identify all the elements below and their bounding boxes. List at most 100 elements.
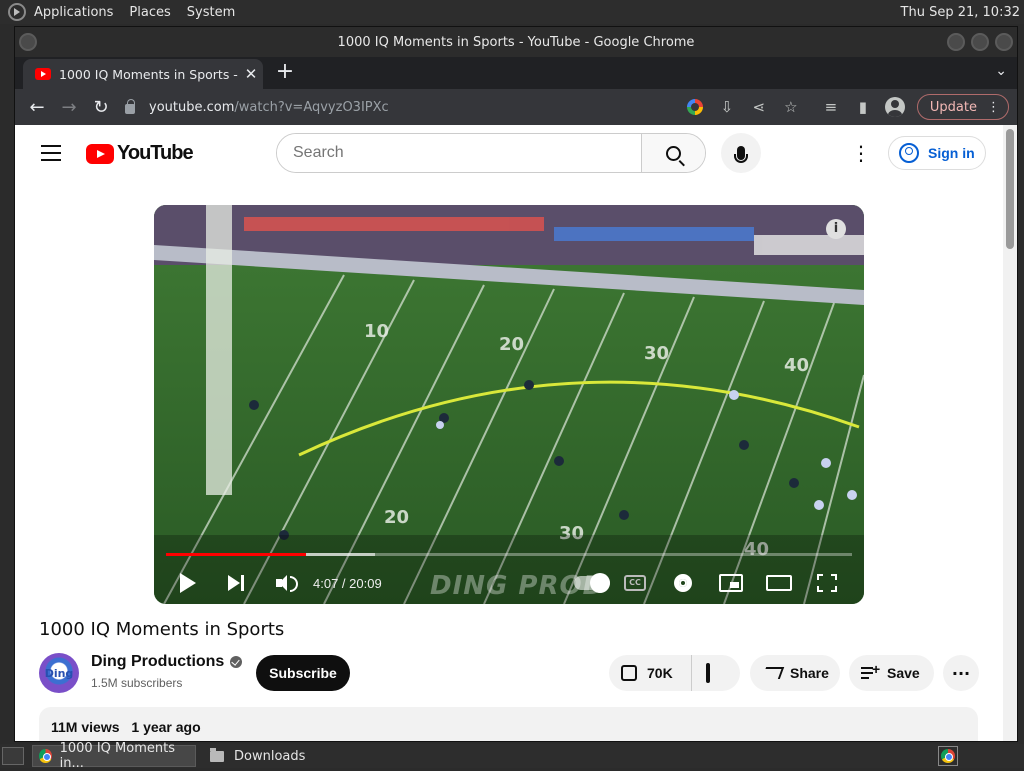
upload-age: 1 year ago [131, 719, 201, 735]
window-menu-icon[interactable] [19, 33, 37, 51]
thumbs-down-icon [706, 663, 710, 683]
side-panel-icon[interactable]: ▮ [847, 91, 879, 123]
info-icon[interactable]: i [826, 219, 846, 239]
autoplay-icon [574, 573, 610, 593]
youtube-header: YouTube ⋮ Sign in [15, 125, 1005, 181]
bookmark-star-icon[interactable]: ☆ [775, 91, 807, 123]
menu-system[interactable]: System [187, 5, 235, 20]
browser-window: 1000 IQ Moments in Sports - YouTube - Go… [14, 26, 1018, 742]
profile-avatar-icon[interactable] [879, 91, 911, 123]
mute-button[interactable] [267, 567, 299, 599]
taskbar-item-chrome[interactable]: 1000 IQ Moments in... [32, 741, 196, 771]
fullscreen-icon [817, 574, 837, 592]
miniplayer-button[interactable] [715, 567, 747, 599]
video-frame-football-field: 10 20 30 40 20 30 40 [154, 205, 864, 604]
share-page-icon[interactable]: ⋖ [743, 91, 775, 123]
show-desktop-button[interactable] [2, 747, 24, 765]
view-count: 11M views [51, 719, 120, 735]
maximize-icon[interactable] [971, 33, 989, 51]
share-arrow-icon [761, 667, 785, 679]
volume-icon [276, 575, 298, 592]
update-button[interactable]: Update ⋮ [916, 94, 1009, 120]
page-scrollbar[interactable] [1003, 125, 1017, 741]
reload-icon[interactable]: ↻ [85, 91, 117, 123]
played-bar [166, 553, 306, 556]
forward-arrow-icon[interactable]: → [53, 91, 85, 123]
install-app-icon[interactable]: ⇩ [711, 91, 743, 123]
menu-places[interactable]: Places [129, 5, 170, 20]
google-lens-icon[interactable] [679, 91, 711, 123]
browser-toolbar: ← → ↻ youtube.com/watch?v=AqvyzO3IPXc ⇩ … [15, 89, 1017, 125]
like-button[interactable]: 70K [609, 655, 692, 691]
microphone-icon [734, 146, 748, 163]
chrome-icon [39, 749, 52, 763]
back-arrow-icon[interactable]: ← [21, 91, 53, 123]
subscriber-count: 1.5M subscribers [91, 676, 183, 690]
scrollbar-thumb[interactable] [1006, 129, 1014, 249]
close-window-icon[interactable] [995, 33, 1013, 51]
window-title: 1000 IQ Moments in Sports - YouTube - Go… [337, 34, 695, 50]
captions-icon: CC [624, 575, 646, 591]
window-titlebar[interactable]: 1000 IQ Moments in Sports - YouTube - Go… [15, 27, 1017, 57]
kebab-menu-icon[interactable]: ⋮ [987, 100, 1000, 115]
taskbar-item-downloads[interactable]: Downloads [204, 745, 311, 767]
settings-kebab-icon[interactable]: ⋮ [851, 141, 871, 165]
youtube-logo[interactable]: YouTube [86, 142, 194, 165]
menu-applications[interactable]: Applications [34, 5, 113, 20]
field-number: 20 [384, 507, 409, 528]
youtube-play-logo-icon [86, 143, 114, 164]
settings-button[interactable] [667, 567, 699, 599]
url-path: /watch?v=AqvyzO3IPXc [234, 99, 389, 115]
minimize-icon[interactable] [947, 33, 965, 51]
search-input[interactable] [277, 134, 641, 172]
channel-avatar-text: Ding [44, 666, 74, 680]
search-button[interactable] [641, 134, 705, 172]
tab-strip: 1000 IQ Moments in Sports - YouTube ✕ + … [15, 57, 1017, 89]
new-tab-icon[interactable]: + [273, 61, 297, 85]
channel-avatar[interactable]: Ding [39, 653, 79, 693]
theater-mode-button[interactable] [763, 567, 795, 599]
sign-in-label: Sign in [928, 145, 975, 161]
description-box[interactable]: 11M views 1 year ago [39, 707, 978, 741]
more-actions-button[interactable]: ··· [943, 655, 979, 691]
hamburger-menu-icon[interactable] [41, 145, 61, 161]
bottom-taskbar: 1000 IQ Moments in... Downloads [0, 741, 1024, 771]
video-title: 1000 IQ Moments in Sports [39, 619, 285, 640]
tab-search-chevron-icon[interactable]: ⌄ [995, 63, 1007, 79]
fullscreen-button[interactable] [811, 567, 843, 599]
save-button[interactable]: Save [849, 655, 934, 691]
folder-icon [210, 747, 224, 762]
save-label: Save [887, 665, 920, 681]
player-controls: 4:07 / 20:09 CC [154, 563, 864, 603]
search-bar [276, 133, 706, 173]
lock-icon[interactable] [125, 99, 135, 114]
system-clock[interactable]: Thu Sep 21, 10:32 [901, 5, 1020, 20]
progress-bar[interactable] [166, 553, 852, 556]
field-number: 40 [784, 355, 809, 376]
share-button[interactable]: Share [750, 655, 840, 691]
playlist-add-icon [861, 661, 880, 679]
theater-icon [766, 575, 792, 591]
dislike-button[interactable] [692, 663, 710, 683]
video-player[interactable]: 10 20 30 40 20 30 40 i DING PROD 4:07 / … [154, 205, 864, 604]
subtitles-button[interactable]: CC [619, 567, 651, 599]
gear-icon [674, 574, 692, 592]
autoplay-toggle[interactable] [572, 567, 612, 599]
tray-chrome-icon[interactable] [938, 746, 958, 766]
play-button[interactable] [172, 567, 204, 599]
system-menu-logo-icon[interactable] [8, 3, 26, 21]
channel-name-label[interactable]: Ding Productions [91, 653, 224, 671]
address-bar[interactable]: youtube.com/watch?v=AqvyzO3IPXc [125, 92, 705, 122]
tab-close-icon[interactable]: ✕ [239, 65, 263, 83]
tab-youtube[interactable]: 1000 IQ Moments in Sports - YouTube ✕ [23, 59, 263, 89]
youtube-favicon-icon [35, 68, 51, 80]
voice-search-button[interactable] [721, 133, 761, 173]
media-queue-icon[interactable]: ≡ [815, 91, 847, 123]
subscribe-button[interactable]: Subscribe [256, 655, 350, 691]
next-video-button[interactable] [220, 567, 252, 599]
youtube-page: YouTube ⋮ Sign in [15, 125, 1005, 741]
channel-name[interactable]: Ding Productions [91, 653, 243, 671]
play-icon [180, 573, 196, 593]
tab-title: 1000 IQ Moments in Sports - YouTube [59, 66, 239, 82]
sign-in-button[interactable]: Sign in [888, 136, 986, 170]
